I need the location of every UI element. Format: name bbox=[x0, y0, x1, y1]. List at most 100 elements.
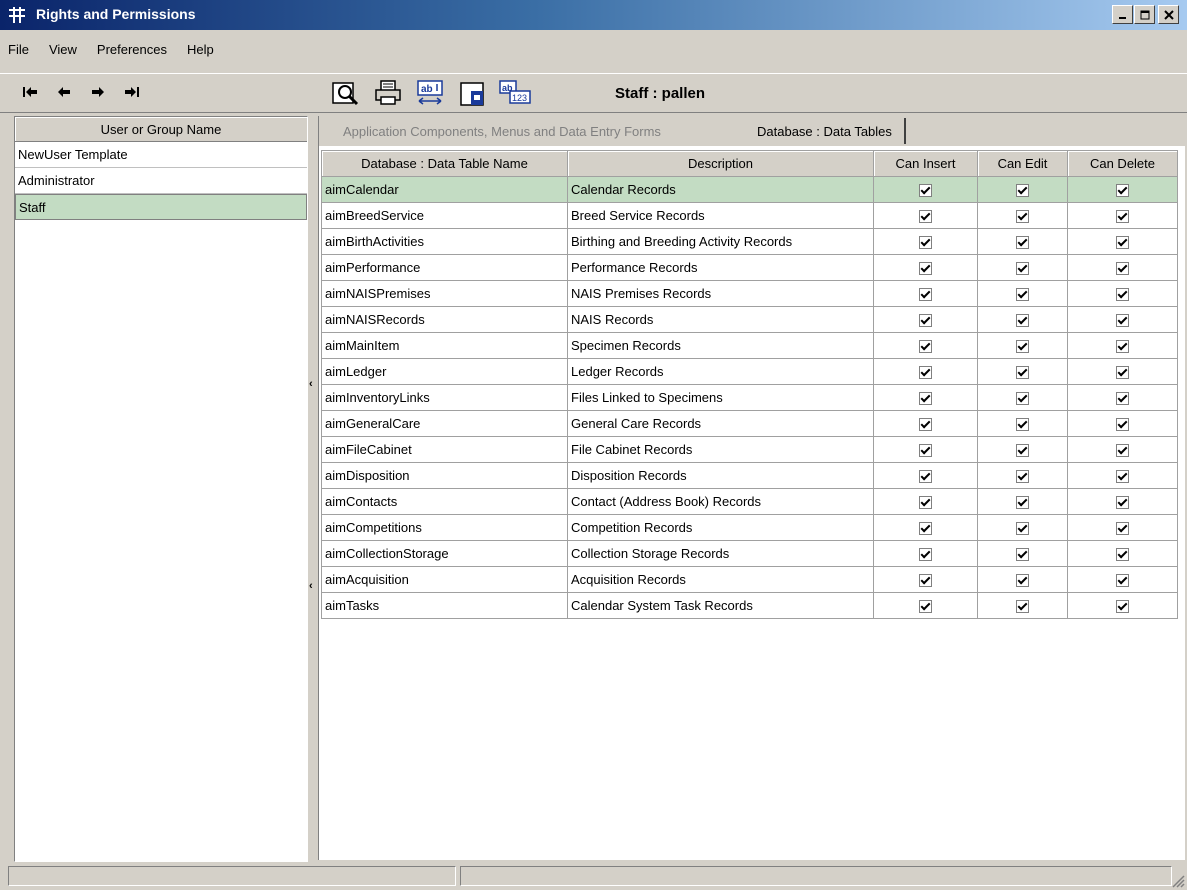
can-insert-checkbox[interactable] bbox=[919, 444, 932, 458]
can-delete-checkbox[interactable] bbox=[1116, 574, 1129, 588]
column-header-can-delete[interactable]: Can Delete bbox=[1067, 150, 1178, 177]
table-row[interactable]: aimAcquisition Acquisition Records bbox=[321, 566, 1178, 593]
can-delete-checkbox[interactable] bbox=[1116, 392, 1129, 406]
can-insert-checkbox[interactable] bbox=[919, 548, 932, 562]
can-insert-checkbox[interactable] bbox=[919, 470, 932, 484]
menu-view[interactable]: View bbox=[39, 42, 87, 62]
can-insert-checkbox[interactable] bbox=[919, 288, 932, 302]
can-insert-checkbox[interactable] bbox=[919, 210, 932, 224]
collapse-arrow-icon[interactable]: ‹ bbox=[309, 378, 313, 390]
can-delete-checkbox[interactable] bbox=[1116, 288, 1129, 302]
table-row[interactable]: aimInventoryLinks Files Linked to Specime… bbox=[321, 384, 1178, 411]
last-record-button[interactable] bbox=[122, 83, 142, 101]
can-edit-checkbox[interactable] bbox=[1016, 548, 1029, 562]
can-insert-checkbox[interactable] bbox=[919, 262, 932, 276]
close-button[interactable] bbox=[1158, 5, 1179, 24]
column-header-table-name[interactable]: Database : Data Table Name bbox=[321, 150, 568, 177]
can-insert-checkbox[interactable] bbox=[919, 418, 932, 432]
can-edit-checkbox[interactable] bbox=[1016, 418, 1029, 432]
pane-splitter[interactable]: ‹ ‹ bbox=[308, 116, 318, 860]
table-row[interactable]: aimPerformance Performance Records bbox=[321, 254, 1178, 281]
can-delete-checkbox[interactable] bbox=[1116, 418, 1129, 432]
column-header-can-insert[interactable]: Can Insert bbox=[873, 150, 978, 177]
user-group-header[interactable]: User or Group Name bbox=[15, 117, 307, 142]
table-row[interactable]: aimBreedService Breed Service Records bbox=[321, 202, 1178, 229]
can-edit-checkbox[interactable] bbox=[1016, 340, 1029, 354]
collapse-arrow-icon[interactable]: ‹ bbox=[309, 580, 313, 592]
can-edit-checkbox[interactable] bbox=[1016, 366, 1029, 380]
spell-check-button[interactable]: ab bbox=[414, 77, 448, 109]
minimize-button[interactable] bbox=[1112, 5, 1133, 24]
can-insert-checkbox[interactable] bbox=[919, 366, 932, 380]
column-header-description[interactable]: Description bbox=[567, 150, 874, 177]
menu-preferences[interactable]: Preferences bbox=[87, 42, 177, 62]
menu-file[interactable]: File bbox=[0, 42, 39, 62]
can-insert-checkbox[interactable] bbox=[919, 184, 932, 198]
can-insert-checkbox[interactable] bbox=[919, 600, 932, 614]
can-delete-checkbox[interactable] bbox=[1116, 522, 1129, 536]
resize-grip-icon[interactable] bbox=[1171, 874, 1185, 888]
user-item-administrator[interactable]: Administrator bbox=[15, 168, 307, 194]
field-format-button[interactable]: ab 123 bbox=[498, 77, 532, 109]
table-row[interactable]: aimMainItem Specimen Records bbox=[321, 332, 1178, 359]
can-insert-checkbox[interactable] bbox=[919, 340, 932, 354]
can-insert-checkbox[interactable] bbox=[919, 392, 932, 406]
can-insert-checkbox[interactable] bbox=[919, 314, 932, 328]
can-edit-checkbox[interactable] bbox=[1016, 522, 1029, 536]
table-row[interactable]: aimContacts Contact (Address Book) Record… bbox=[321, 488, 1178, 515]
can-edit-checkbox[interactable] bbox=[1016, 314, 1029, 328]
menu-help[interactable]: Help bbox=[177, 42, 224, 62]
table-row[interactable]: aimTasks Calendar System Task Records bbox=[321, 592, 1178, 619]
can-delete-checkbox[interactable] bbox=[1116, 470, 1129, 484]
tab-database-data-tables[interactable]: Database : Data Tables bbox=[745, 118, 906, 144]
can-edit-checkbox[interactable] bbox=[1016, 574, 1029, 588]
can-edit-checkbox[interactable] bbox=[1016, 600, 1029, 614]
can-insert-checkbox[interactable] bbox=[919, 236, 932, 250]
table-row[interactable]: aimNAISPremises NAIS Premises Records bbox=[321, 280, 1178, 307]
table-row[interactable]: aimCollectionStorage Collection Storage R… bbox=[321, 540, 1178, 567]
user-item-newuser-template[interactable]: NewUser Template bbox=[15, 142, 307, 168]
can-edit-checkbox[interactable] bbox=[1016, 444, 1029, 458]
search-button[interactable] bbox=[330, 77, 364, 109]
table-row[interactable]: aimCalendar Calendar Records bbox=[321, 176, 1178, 203]
can-edit-checkbox[interactable] bbox=[1016, 210, 1029, 224]
user-item-staff[interactable]: Staff bbox=[15, 194, 307, 220]
can-delete-checkbox[interactable] bbox=[1116, 444, 1129, 458]
can-edit-checkbox[interactable] bbox=[1016, 262, 1029, 276]
table-row[interactable]: aimNAISRecords NAIS Records bbox=[321, 306, 1178, 333]
can-delete-checkbox[interactable] bbox=[1116, 184, 1129, 198]
can-delete-checkbox[interactable] bbox=[1116, 262, 1129, 276]
table-row[interactable]: aimCompetitions Competition Records bbox=[321, 514, 1178, 541]
tab-application-components[interactable]: Application Components, Menus and Data E… bbox=[343, 118, 661, 144]
can-delete-checkbox[interactable] bbox=[1116, 366, 1129, 380]
can-edit-checkbox[interactable] bbox=[1016, 288, 1029, 302]
next-record-button[interactable] bbox=[88, 83, 108, 101]
can-delete-checkbox[interactable] bbox=[1116, 340, 1129, 354]
table-row[interactable]: aimGeneralCare General Care Records bbox=[321, 410, 1178, 437]
table-row[interactable]: aimFileCabinet File Cabinet Records bbox=[321, 436, 1178, 463]
can-edit-checkbox[interactable] bbox=[1016, 236, 1029, 250]
can-delete-checkbox[interactable] bbox=[1116, 314, 1129, 328]
table-row[interactable]: aimBirthActivities Birthing and Breeding … bbox=[321, 228, 1178, 255]
column-header-can-edit[interactable]: Can Edit bbox=[977, 150, 1068, 177]
print-button[interactable] bbox=[372, 77, 406, 109]
maximize-button[interactable] bbox=[1134, 5, 1155, 24]
previous-record-button[interactable] bbox=[54, 83, 74, 101]
can-delete-checkbox[interactable] bbox=[1116, 600, 1129, 614]
can-delete-checkbox[interactable] bbox=[1116, 210, 1129, 224]
table-row[interactable]: aimLedger Ledger Records bbox=[321, 358, 1178, 385]
can-delete-checkbox[interactable] bbox=[1116, 496, 1129, 510]
can-delete-checkbox[interactable] bbox=[1116, 236, 1129, 250]
table-row[interactable]: aimDisposition Disposition Records bbox=[321, 462, 1178, 489]
can-edit-checkbox[interactable] bbox=[1016, 496, 1029, 510]
description-cell: Calendar System Task Records bbox=[567, 592, 874, 619]
save-button[interactable] bbox=[456, 77, 490, 109]
can-insert-checkbox[interactable] bbox=[919, 496, 932, 510]
first-record-button[interactable] bbox=[20, 83, 40, 101]
can-delete-checkbox[interactable] bbox=[1116, 548, 1129, 562]
can-edit-checkbox[interactable] bbox=[1016, 392, 1029, 406]
can-edit-checkbox[interactable] bbox=[1016, 184, 1029, 198]
can-insert-checkbox[interactable] bbox=[919, 574, 932, 588]
can-edit-checkbox[interactable] bbox=[1016, 470, 1029, 484]
can-insert-checkbox[interactable] bbox=[919, 522, 932, 536]
